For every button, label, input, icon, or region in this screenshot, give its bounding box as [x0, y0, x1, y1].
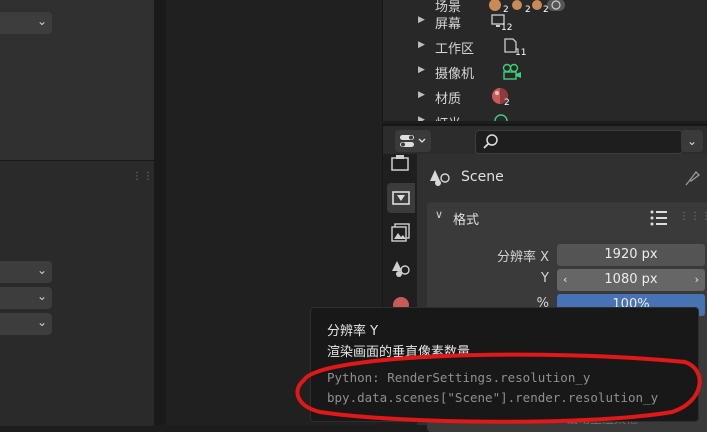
properties-editor-icon: [400, 135, 426, 147]
chevron-down-icon: ⌄: [36, 289, 47, 303]
chevron-down-icon[interactable]: ⌄: [681, 130, 703, 152]
outliner-row-lights[interactable]: ▶ 灯光: [383, 110, 707, 121]
decrement-arrow-icon[interactable]: ‹: [563, 269, 567, 291]
pin-icon[interactable]: [683, 168, 703, 192]
outliner-label: 工作区: [435, 42, 475, 57]
tooltip-title: 分辨率 Y: [327, 324, 379, 339]
left-dropdown-1[interactable]: ⌄: [0, 12, 52, 34]
resolution-x-label: 分辨率 X: [496, 250, 549, 265]
output-tab-icon: [392, 191, 410, 205]
camera-icon: [501, 62, 523, 82]
chevron-down-icon: ⌄: [36, 315, 47, 329]
panel-title: 格式: [453, 213, 480, 228]
render-tab-icon: [391, 155, 409, 171]
count-badge: 11: [515, 48, 527, 58]
scene-icon: [429, 167, 455, 193]
resolution-x-value: 1920 px: [604, 247, 658, 262]
expand-triangle-icon[interactable]: ▶: [418, 90, 425, 100]
view-layer-tab-icon: [391, 223, 410, 242]
search-input[interactable]: [475, 130, 683, 154]
annotation-ellipse: [295, 352, 702, 424]
tab-output[interactable]: [387, 183, 415, 213]
light-icon: [490, 112, 512, 121]
count-badge: 12: [501, 23, 513, 33]
left-dropdown-2[interactable]: ⌄: [0, 261, 52, 283]
tab-scene[interactable]: [387, 254, 415, 284]
expand-triangle-icon[interactable]: ▶: [418, 115, 425, 121]
chevron-down-icon: ⌄: [36, 14, 47, 28]
editor-separator[interactable]: [154, 0, 166, 425]
search-icon: [483, 134, 498, 149]
left-panel-top: ⌄: [0, 0, 154, 160]
left-panel-bottom: ⋮⋮⋮ ⌄ ⌄ ⌄: [0, 160, 164, 426]
list-menu-icon[interactable]: [649, 208, 671, 232]
expand-triangle-icon[interactable]: ▶: [418, 40, 425, 50]
outliner: 场景 2 2 2 ▶ 屏幕 12 ▶ 工作区 11 ▶ 摄像机 ▶ 材质 2 ▶: [382, 0, 707, 121]
tab-render[interactable]: [387, 151, 415, 181]
outliner-label: 灯光: [435, 113, 461, 121]
increment-arrow-icon[interactable]: ›: [695, 269, 699, 291]
scene-name: Scene: [461, 169, 504, 185]
left-dropdown-4[interactable]: ⌄: [0, 313, 52, 335]
outliner-label: 屏幕: [435, 17, 462, 32]
expand-triangle-icon[interactable]: ▶: [418, 15, 425, 25]
count-badge: 2: [504, 98, 510, 108]
resolution-y-value: 1080 px: [604, 272, 658, 287]
resolution-y-label: Y: [541, 271, 549, 286]
properties-header: ⌄: [382, 124, 707, 156]
outliner-row-materials[interactable]: ▶ 材质 2: [383, 85, 707, 110]
resolution-y-field[interactable]: ‹ 1080 px ›: [557, 269, 705, 291]
drag-handle-icon[interactable]: ⋮⋮⋮: [679, 211, 707, 222]
collapse-arrow-icon[interactable]: ∨: [435, 208, 443, 221]
left-dropdown-3[interactable]: ⌄: [0, 287, 52, 309]
expand-triangle-icon[interactable]: ▶: [418, 65, 425, 75]
resolution-x-field[interactable]: 1920 px: [557, 244, 705, 266]
chevron-down-icon: ⌄: [36, 263, 47, 277]
scene-tab-icon: [392, 261, 410, 277]
outliner-row-screens[interactable]: ▶ 屏幕 12: [383, 10, 707, 35]
outliner-row-cameras[interactable]: ▶ 摄像机: [383, 60, 707, 85]
outliner-row-workspaces[interactable]: ▶ 工作区 11: [383, 35, 707, 60]
tab-view-layer[interactable]: [387, 218, 415, 248]
outliner-label: 材质: [435, 92, 462, 107]
editor-type-button[interactable]: [395, 130, 431, 152]
outliner-label: 摄像机: [435, 67, 475, 82]
